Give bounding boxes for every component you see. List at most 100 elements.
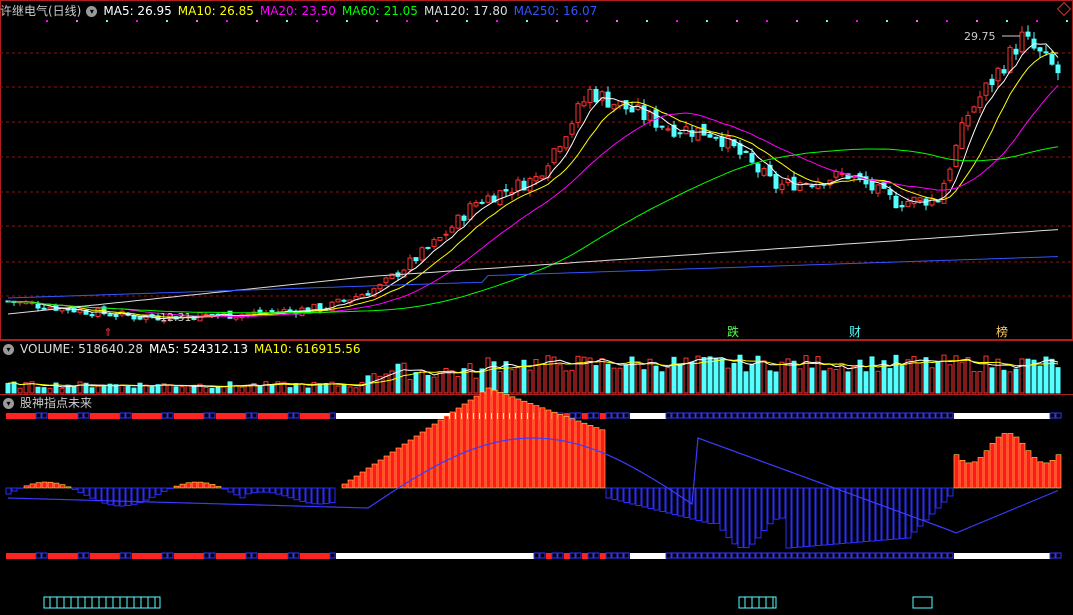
signal-strip-top (737, 412, 744, 419)
indicator-bar-up (41, 481, 48, 489)
signal-strip-top (161, 412, 168, 419)
indicator-bar-up (389, 451, 396, 489)
volume-bar (131, 387, 137, 394)
signal-strip-top (899, 412, 906, 419)
candle-body (557, 146, 563, 152)
indicator-bar-down (905, 487, 912, 539)
top-marker (256, 20, 258, 22)
signal-strip-top (312, 413, 318, 419)
candle-body (449, 226, 455, 233)
signal-strip-top (941, 412, 948, 419)
candle-body (1019, 31, 1025, 53)
indicator-bar-up (437, 419, 444, 489)
signal-strip-bottom (827, 552, 834, 559)
signal-strip-top (348, 413, 354, 419)
indicator-bar-down (821, 487, 828, 546)
signal-strip-bottom (378, 553, 384, 559)
indicator-bar-down (845, 487, 852, 544)
signal-strip-bottom (498, 553, 504, 559)
signal-strip-top (605, 412, 612, 419)
signal-strip-bottom (209, 552, 216, 559)
volume-bar (1037, 365, 1043, 394)
indicator-bar-down (239, 487, 246, 499)
signal-strip-top (180, 413, 186, 419)
candle-body (1049, 53, 1055, 65)
signal-strip-bottom (767, 552, 774, 559)
top-marker (556, 20, 558, 22)
signal-strip-top (216, 413, 222, 419)
stock-chart-svg[interactable]: 29.75 12.31 跌 财 榜 ⇑ (0, 0, 1073, 615)
signal-strip-bottom (779, 552, 786, 559)
signal-strip-bottom (234, 553, 240, 559)
settings-icon[interactable]: ▾ (86, 6, 98, 17)
signal-strip-bottom (1032, 553, 1038, 559)
top-marker (676, 20, 678, 22)
volume-bar (287, 387, 293, 394)
volume-label-2: MA10: 616915.56 (253, 342, 361, 356)
ma-label-3: MA60: 21.05 (341, 4, 418, 18)
signal-strip-bottom (551, 552, 558, 559)
signal-strip-top (234, 413, 240, 419)
candle-body (581, 101, 587, 107)
signal-strip-top (240, 413, 246, 419)
indicator-bar-down (635, 487, 642, 506)
bottom-signal-box-1 (43, 596, 161, 609)
signal-strip-bottom (228, 553, 234, 559)
signal-strip-bottom (125, 552, 132, 559)
signal-strip-bottom (966, 553, 972, 559)
signal-strip-bottom (809, 552, 816, 559)
signal-strip-top (996, 413, 1002, 419)
signal-strip-top (77, 412, 84, 419)
indicator-settings-icon[interactable]: ▾ (3, 398, 14, 409)
indicator-bar-down (839, 487, 846, 544)
signal-strip-top (156, 413, 162, 419)
signal-strip-top (144, 413, 150, 419)
candle-body (1037, 47, 1043, 52)
signal-strip-bottom (480, 553, 486, 559)
signal-strip-top (707, 412, 714, 419)
indicator-bar-up (989, 443, 996, 489)
indicator-bar-down (677, 487, 684, 517)
signal-strip-bottom (156, 553, 162, 559)
volume-bar (539, 363, 545, 394)
signal-strip-top (282, 413, 288, 419)
signal-strip-top (432, 413, 438, 419)
indicator-bar-down (107, 487, 114, 506)
signal-strip-top (917, 412, 924, 419)
signal-strip-bottom (468, 553, 474, 559)
top-marker (496, 20, 498, 22)
signal-strip-top (354, 413, 360, 419)
volume-settings-icon[interactable]: ▾ (3, 344, 14, 355)
indicator-bar-up (479, 391, 486, 489)
signal-strip-bottom (96, 553, 102, 559)
candle-body (761, 168, 767, 176)
signal-strip-bottom (600, 553, 606, 559)
indicator-bar-up (965, 462, 972, 489)
signal-strip-top (24, 413, 30, 419)
indicator-bar-down (815, 487, 822, 546)
signal-strip-top (1014, 413, 1020, 419)
signal-strip-bottom (504, 553, 510, 559)
volume-bar (827, 367, 833, 394)
signal-strip-top (426, 413, 432, 419)
signal-strip-top (869, 412, 876, 419)
signal-strip-bottom (731, 552, 738, 559)
volume-bar (947, 364, 953, 394)
volume-bar (863, 371, 869, 394)
indicator-bar-up (557, 414, 564, 489)
indicator-bar-up (377, 459, 384, 489)
volume-bar (173, 386, 179, 394)
indicator-bar-down (683, 487, 690, 518)
indicator-bar-up (347, 479, 354, 489)
signal-strip-top (713, 412, 720, 419)
signal-strip-top (827, 412, 834, 419)
indicator-bar-down (653, 487, 660, 511)
signal-strip-bottom (875, 552, 882, 559)
signal-strip-bottom (683, 552, 690, 559)
signal-strip-top (150, 413, 156, 419)
volume-bar (299, 383, 305, 394)
signal-strip-bottom (360, 553, 366, 559)
volume-bar (407, 379, 413, 394)
signal-strip-bottom (24, 553, 30, 559)
volume-bar (137, 382, 143, 394)
